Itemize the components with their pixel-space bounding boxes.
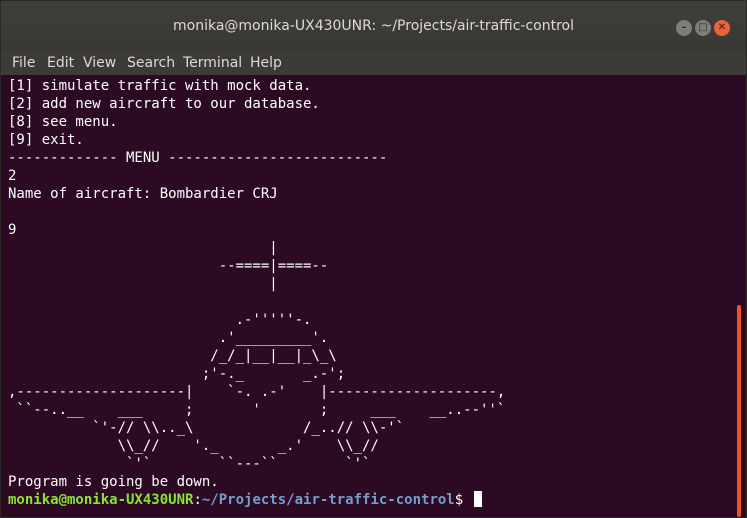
output-line: 9 [8, 222, 17, 238]
terminal-window: monika@monika-UX430UNR: ~/Projects/air-t… [0, 0, 747, 518]
ascii-art-line: .-'''''-. [8, 312, 312, 328]
output-line: [2] add new aircraft to our database. [8, 96, 320, 112]
prompt-symbol: $ [454, 492, 472, 508]
output-line: Name of aircraft: Bombardier CRJ [8, 186, 278, 202]
ascii-art-line: `'` ``---`` `'` [8, 456, 371, 472]
shell-prompt: monika@monika-UX430UNR:~/Projects/air-tr… [8, 491, 482, 509]
output-line: [9] exit. [8, 132, 84, 148]
ascii-art-line: \\_// '._ _.' \\_// [8, 438, 379, 454]
window-title: monika@monika-UX430UNR: ~/Projects/air-t… [173, 18, 574, 34]
output-line: [1] simulate traffic with mock data. [8, 78, 312, 94]
prompt-separator: : [193, 492, 202, 508]
menu-terminal[interactable]: Terminal [183, 55, 242, 71]
menu-file[interactable]: File [12, 55, 35, 71]
ascii-art-line: .'_________'. [8, 330, 329, 346]
ascii-art-line: ;'-._ _.-'; [8, 366, 346, 382]
output-line: ------------- MENU ---------------------… [8, 150, 388, 166]
ascii-art-line: ,--------------------| `-. .-' |--------… [8, 384, 506, 400]
terminal-output[interactable]: [1] simulate traffic with mock data. [2]… [1, 75, 737, 517]
scrollbar[interactable] [737, 75, 746, 517]
output-line: [8] see menu. [8, 114, 118, 130]
scrollbar-thumb[interactable] [737, 305, 741, 517]
output-line: Program is going be down. [8, 474, 219, 490]
menu-view[interactable]: View [83, 55, 116, 71]
menu-help[interactable]: Help [250, 55, 282, 71]
menu-search[interactable]: Search [127, 55, 175, 71]
ascii-art-line: /_/_|__|__|_\_\ [8, 348, 337, 364]
menu-bar: File Edit View Search Terminal Help [1, 51, 746, 75]
minimize-icon[interactable]: – [676, 20, 692, 36]
ascii-art-line: ``--..__ ___ ; ' ; ___ __..--''` [8, 402, 506, 418]
ascii-art-line: | [8, 240, 278, 256]
prompt-user-host: monika@monika-UX430UNR [8, 492, 194, 508]
text-cursor[interactable] [473, 491, 482, 507]
output-line: 2 [8, 168, 17, 184]
ascii-art-line: `'-// \\.._\ /_..// \\-'` [8, 420, 405, 436]
ascii-art-line: --====|====-- [8, 258, 329, 274]
prompt-path: ~/Projects/air-traffic-control [201, 492, 455, 508]
title-bar[interactable]: monika@monika-UX430UNR: ~/Projects/air-t… [1, 1, 746, 51]
close-icon[interactable]: ✕ [714, 20, 730, 36]
maximize-icon[interactable]: □ [695, 20, 711, 36]
menu-edit[interactable]: Edit [47, 55, 74, 71]
ascii-art-line: | [8, 276, 278, 292]
